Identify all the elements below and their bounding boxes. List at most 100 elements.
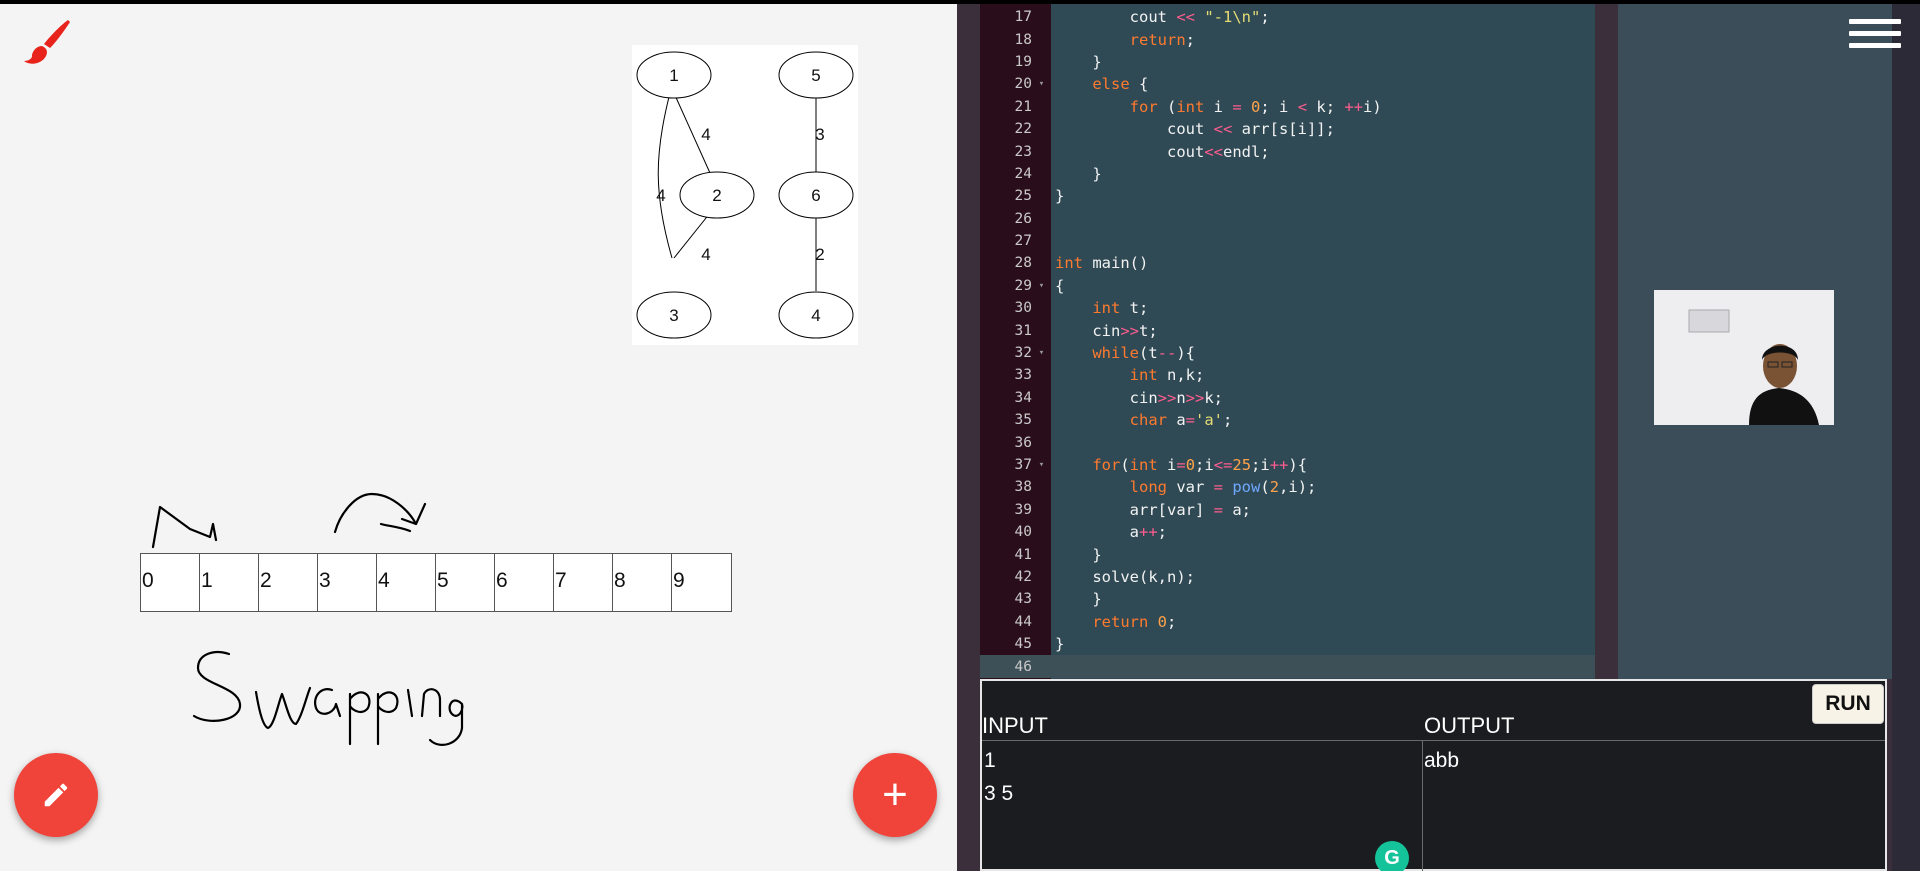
add-fab-button[interactable]: + — [853, 753, 937, 837]
code-line[interactable]: 37 ▾ for(int i=0;i<=25;i++){ — [980, 454, 1595, 476]
run-button[interactable]: RUN — [1812, 684, 1884, 724]
code-line[interactable]: 27 — [980, 230, 1595, 252]
code-text: return 0; — [1092, 612, 1177, 631]
line-number: 23 — [1014, 143, 1032, 160]
code-line[interactable]: 35 char a='a'; — [980, 409, 1595, 431]
code-line[interactable]: 31 cin>>t; — [980, 319, 1595, 341]
pencil-fab-button[interactable] — [14, 753, 98, 837]
graph-edge-label: 4 — [701, 125, 710, 144]
code-line[interactable]: 23 cout<<endl; — [980, 140, 1595, 162]
array-cell: 6 — [495, 554, 554, 611]
code-line[interactable]: 36 — [980, 431, 1595, 453]
code-text: solve(k,n); — [1055, 567, 1195, 586]
code-line[interactable]: 41 } — [980, 543, 1595, 565]
code-text: else { — [1092, 75, 1149, 94]
code-line[interactable]: 43 } — [980, 588, 1595, 610]
code-text: { — [1055, 276, 1065, 295]
code-line[interactable]: 29 ▾ { — [980, 275, 1595, 297]
line-number: 45 — [1014, 636, 1032, 653]
code-text: long var = pow(2,i); — [1129, 478, 1317, 497]
line-number: 17 — [1014, 9, 1032, 26]
line-number: 26 — [1014, 210, 1032, 227]
array-diagram: 0123456789 — [140, 553, 732, 612]
coding-panel: 17 cout << "-1\n"; 18 return; 19 } 20 ▾ else… — [957, 4, 1920, 871]
code-line[interactable]: 18 return; — [980, 28, 1595, 50]
code-text: } — [1055, 187, 1065, 206]
fold-toggle-icon[interactable]: ▾ — [1032, 460, 1051, 470]
code-line[interactable]: 34 cin>>n>>k; — [980, 387, 1595, 409]
fold-toggle-icon[interactable]: ▾ — [1032, 79, 1051, 89]
code-line[interactable]: 26 — [980, 208, 1595, 230]
line-number: 32 — [1014, 345, 1032, 362]
line-number: 41 — [1014, 546, 1032, 563]
array-cell: 8 — [613, 554, 672, 611]
line-number: 31 — [1014, 322, 1032, 339]
code-text: cin>>n>>k; — [1055, 388, 1224, 407]
code-line[interactable]: 39 arr[var] = a; — [980, 499, 1595, 521]
code-line[interactable]: 20 ▾ else { — [980, 73, 1595, 95]
pencil-icon — [44, 783, 68, 807]
code-text: char a='a'; — [1129, 411, 1233, 430]
line-number: 37 — [1014, 457, 1032, 473]
line-number: 33 — [1014, 367, 1032, 384]
graph-diagram-image: 1 2 3 4 5 6 4 4 4 3 2 — [632, 45, 858, 345]
code-editor[interactable]: 17 cout << "-1\n"; 18 return; 19 } 20 ▾ else… — [980, 4, 1595, 679]
fold-toggle-icon[interactable]: ▾ — [1032, 281, 1051, 291]
fold-toggle-icon[interactable]: ▾ — [1032, 348, 1051, 358]
code-line[interactable]: 44 return 0; — [980, 611, 1595, 633]
code-text: return; — [1129, 30, 1195, 49]
line-number: 35 — [1014, 412, 1032, 429]
webcam-video — [1654, 290, 1834, 425]
whiteboard-canvas[interactable]: 1 2 3 4 5 6 4 4 4 3 2 0123456789 + — [0, 4, 957, 871]
code-line[interactable]: 33 int n,k; — [980, 364, 1595, 386]
code-line[interactable]: 32 ▾ while(t--){ — [980, 342, 1595, 364]
output-area: abb — [1424, 749, 1460, 772]
line-number: 22 — [1014, 121, 1032, 138]
code-line[interactable]: 24 } — [980, 163, 1595, 185]
code-line[interactable]: 30 int t; — [980, 297, 1595, 319]
code-line[interactable]: 42 solve(k,n); — [980, 566, 1595, 588]
line-number: 20 — [1014, 76, 1032, 93]
code-text: } — [1055, 590, 1102, 609]
code-text: int main() — [1055, 254, 1149, 273]
line-number: 40 — [1014, 524, 1032, 541]
code-line[interactable]: 46 — [980, 655, 1595, 678]
line-number: 24 — [1014, 165, 1032, 182]
right-edge-bar — [1892, 4, 1920, 871]
input-textarea[interactable]: 1 3 5 — [984, 744, 1013, 810]
code-text: } — [1055, 52, 1102, 71]
code-text: cin>>t; — [1055, 321, 1158, 340]
code-line[interactable]: 40 a++; — [980, 521, 1595, 543]
code-text: } — [1055, 164, 1102, 183]
array-cell: 0 — [141, 554, 200, 611]
graph-edge-label: 3 — [815, 125, 824, 144]
code-line[interactable]: 21 for (int i = 0; i < k; ++i) — [980, 96, 1595, 118]
code-lines: 17 cout << "-1\n"; 18 return; 19 } 20 ▾ else… — [980, 6, 1595, 678]
hamburger-menu-icon[interactable] — [1849, 19, 1901, 59]
code-text: while(t--){ — [1092, 344, 1196, 363]
paint-brush-icon[interactable] — [20, 16, 72, 68]
graph-node-label: 6 — [811, 186, 820, 205]
array-cell: 4 — [377, 554, 436, 611]
line-number: 36 — [1014, 434, 1032, 451]
code-text: int n,k; — [1129, 366, 1205, 385]
code-line[interactable]: 38 long var = pow(2,i); — [980, 476, 1595, 498]
code-line[interactable]: 45} — [980, 633, 1595, 655]
array-cell: 9 — [672, 554, 731, 611]
grammarly-icon[interactable]: G — [1375, 841, 1409, 871]
array-cell: 1 — [200, 554, 259, 611]
code-line[interactable]: 25} — [980, 185, 1595, 207]
line-number: 29 — [1014, 277, 1032, 294]
line-number: 34 — [1014, 389, 1032, 406]
code-line[interactable]: 28 int main() — [980, 252, 1595, 274]
code-line[interactable]: 22 cout << arr[s[i]]; — [980, 118, 1595, 140]
io-divider — [982, 740, 1885, 741]
line-number: 42 — [1014, 568, 1032, 585]
code-line[interactable]: 19 } — [980, 51, 1595, 73]
line-number: 19 — [1014, 53, 1032, 70]
graph-node-label: 5 — [811, 66, 820, 85]
graph-edge-label: 4 — [656, 186, 665, 205]
code-text: for (int i = 0; i < k; ++i) — [1129, 97, 1382, 116]
graph-edge-label: 4 — [701, 245, 710, 264]
code-line[interactable]: 17 cout << "-1\n"; — [980, 6, 1595, 28]
